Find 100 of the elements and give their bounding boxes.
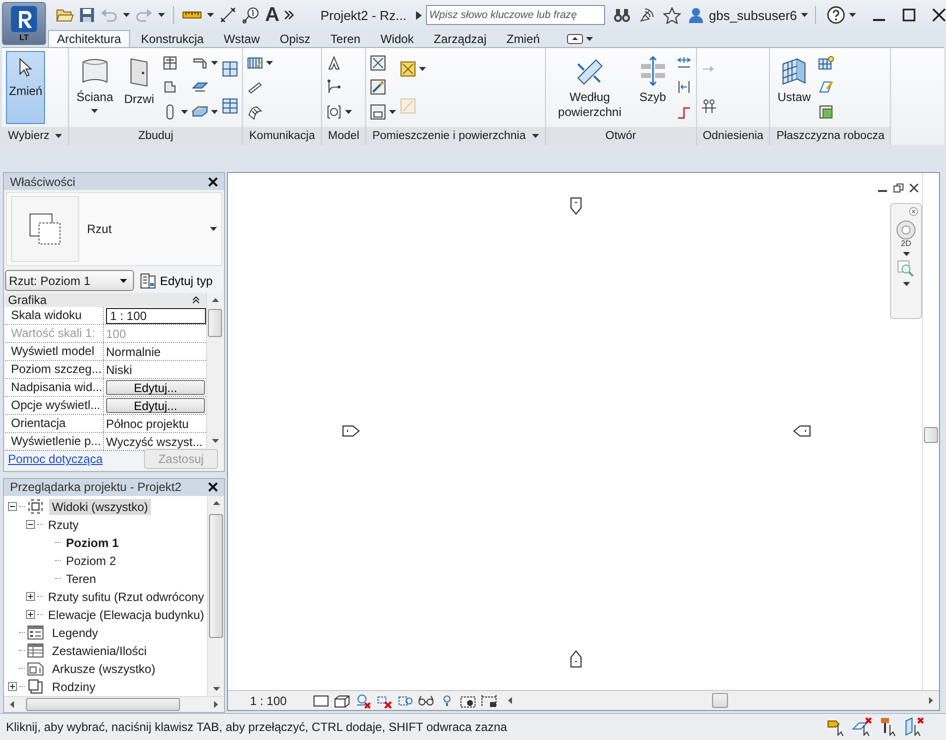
area-icon[interactable] bbox=[400, 61, 416, 78]
room-icon[interactable] bbox=[370, 55, 386, 72]
window-icon[interactable] bbox=[162, 55, 178, 72]
scroll-down-icon[interactable] bbox=[212, 687, 220, 691]
grid-axis-icon[interactable] bbox=[700, 98, 717, 114]
ribbon-tab[interactable]: Opisz bbox=[270, 30, 320, 47]
scroll-right-icon[interactable] bbox=[929, 697, 933, 704]
model-text-icon[interactable] bbox=[326, 55, 342, 72]
collapse-toggle[interactable] bbox=[26, 520, 35, 530]
room-separator-icon[interactable] bbox=[370, 79, 386, 96]
tool-button[interactable]: Szyb bbox=[634, 51, 672, 124]
panel-label[interactable]: Wybierz bbox=[2, 127, 68, 145]
text-tool[interactable]: A bbox=[265, 5, 280, 25]
caret-icon[interactable] bbox=[207, 13, 214, 17]
tree-item[interactable]: Rodziny bbox=[49, 678, 98, 695]
user-icon[interactable] bbox=[688, 7, 703, 23]
ribbon-tab[interactable]: Teren bbox=[321, 30, 370, 47]
tool-button[interactable]: Zmień bbox=[6, 51, 46, 124]
scroll-thumb[interactable] bbox=[924, 427, 938, 443]
select-underlay-icon[interactable] bbox=[852, 717, 872, 737]
tree-item[interactable]: Rzuty sufitu (Rzut odwrócony bbox=[45, 588, 207, 605]
expand-toggle[interactable] bbox=[26, 610, 35, 620]
open-icon[interactable] bbox=[56, 7, 74, 23]
help-icon[interactable] bbox=[827, 6, 845, 24]
tree-item[interactable]: Rzuty bbox=[45, 516, 82, 533]
panel-label[interactable]: Pomieszczenie i powierzchnia bbox=[366, 127, 545, 145]
caret-icon[interactable] bbox=[211, 61, 218, 66]
show-plane-icon[interactable] bbox=[818, 55, 834, 72]
ribbon-tab[interactable]: Wstaw bbox=[214, 30, 269, 47]
expand-icon[interactable] bbox=[416, 10, 422, 20]
close-icon[interactable] bbox=[909, 183, 919, 193]
close-icon[interactable] bbox=[932, 8, 946, 22]
scroll-right-icon[interactable] bbox=[214, 701, 218, 708]
dimension-icon[interactable] bbox=[219, 6, 237, 24]
caret-icon[interactable] bbox=[211, 110, 218, 114]
more-icon[interactable] bbox=[284, 10, 294, 20]
property-value[interactable]: Wyczyść wszyst... bbox=[106, 434, 203, 448]
sun-path-off-icon[interactable] bbox=[355, 692, 371, 708]
select-pinned-icon[interactable] bbox=[878, 717, 898, 737]
user-name[interactable]: gbs_subsuser6 bbox=[708, 8, 798, 22]
scrollbar[interactable] bbox=[206, 293, 223, 448]
stair-icon[interactable] bbox=[247, 104, 264, 120]
caret-icon[interactable] bbox=[902, 282, 910, 286]
tree-item[interactable]: Poziom 2 bbox=[63, 552, 120, 569]
caret-icon[interactable] bbox=[801, 13, 808, 17]
scroll-thumb[interactable] bbox=[26, 698, 180, 711]
property-value[interactable]: Północ projektu bbox=[106, 416, 189, 430]
scrollbar[interactable] bbox=[207, 496, 224, 696]
scroll-thumb[interactable] bbox=[712, 693, 728, 708]
type-selector[interactable]: Rzut bbox=[6, 192, 222, 266]
curtain-grid-icon[interactable] bbox=[222, 61, 238, 78]
visual-style-icon[interactable] bbox=[334, 692, 350, 708]
caret-icon[interactable] bbox=[123, 13, 130, 17]
scroll-up-icon[interactable] bbox=[212, 500, 220, 505]
elevation-marker[interactable] bbox=[570, 197, 582, 215]
caret-icon[interactable] bbox=[266, 61, 274, 66]
binoculars-icon[interactable] bbox=[612, 7, 631, 23]
detail-level-icon[interactable] bbox=[313, 692, 329, 708]
elevation-marker[interactable] bbox=[342, 425, 360, 437]
elevation-marker[interactable] bbox=[793, 425, 811, 437]
instance-dropdown[interactable]: Rzut: Poziom 1 bbox=[5, 270, 134, 291]
caret-icon[interactable] bbox=[532, 134, 539, 138]
caret-icon[interactable] bbox=[158, 13, 165, 17]
maximize-icon[interactable] bbox=[902, 8, 916, 22]
caret-icon[interactable] bbox=[849, 13, 856, 17]
caret-icon[interactable] bbox=[419, 67, 426, 72]
tree-item[interactable]: Elewacje (Elewacja budynku) bbox=[45, 606, 207, 623]
caret-icon[interactable] bbox=[55, 134, 62, 138]
tree-item[interactable]: Legendy bbox=[49, 624, 102, 641]
ribbon-tab[interactable]: Konstrukcja bbox=[132, 30, 213, 47]
group-icon[interactable] bbox=[326, 104, 342, 120]
tree-item[interactable]: Teren bbox=[63, 570, 100, 587]
caret-icon[interactable] bbox=[389, 110, 396, 114]
viewer-icon[interactable] bbox=[818, 104, 834, 120]
ribbon-tab[interactable]: Zmień bbox=[497, 30, 549, 47]
ribbon-tab[interactable]: Widok bbox=[371, 30, 423, 47]
curtain-system-icon[interactable] bbox=[222, 98, 238, 114]
value-field[interactable]: 1 : 100 bbox=[106, 308, 206, 324]
ribbon-tab[interactable]: Zarządzaj bbox=[424, 30, 496, 47]
model-line-icon[interactable] bbox=[326, 79, 342, 96]
scrollbar[interactable] bbox=[922, 173, 939, 690]
caret-icon[interactable] bbox=[902, 252, 910, 256]
expand-toggle[interactable] bbox=[26, 592, 35, 602]
tool-button[interactable]: Ustaw bbox=[774, 51, 814, 124]
star-icon[interactable] bbox=[662, 6, 681, 24]
group-header[interactable]: Grafika bbox=[5, 293, 206, 307]
ribbon-tab[interactable]: Architektura bbox=[48, 30, 130, 47]
save-icon[interactable] bbox=[79, 7, 95, 23]
elevation-marker[interactable] bbox=[570, 650, 582, 668]
help-link[interactable]: Pomoc dotycząca bbox=[8, 452, 103, 466]
restore-icon[interactable] bbox=[893, 183, 904, 193]
tree-item[interactable]: Poziom 1 bbox=[63, 534, 122, 551]
tag-icon[interactable] bbox=[242, 6, 260, 24]
tool-button[interactable]: Ściana bbox=[73, 51, 116, 124]
scrollbar[interactable] bbox=[4, 696, 224, 712]
satellite-icon[interactable] bbox=[638, 7, 655, 23]
scroll-up-icon[interactable] bbox=[212, 298, 218, 302]
caret-icon[interactable] bbox=[181, 110, 188, 114]
tool-button[interactable]: Drzwi bbox=[120, 51, 158, 124]
scroll-thumb[interactable] bbox=[208, 309, 222, 337]
